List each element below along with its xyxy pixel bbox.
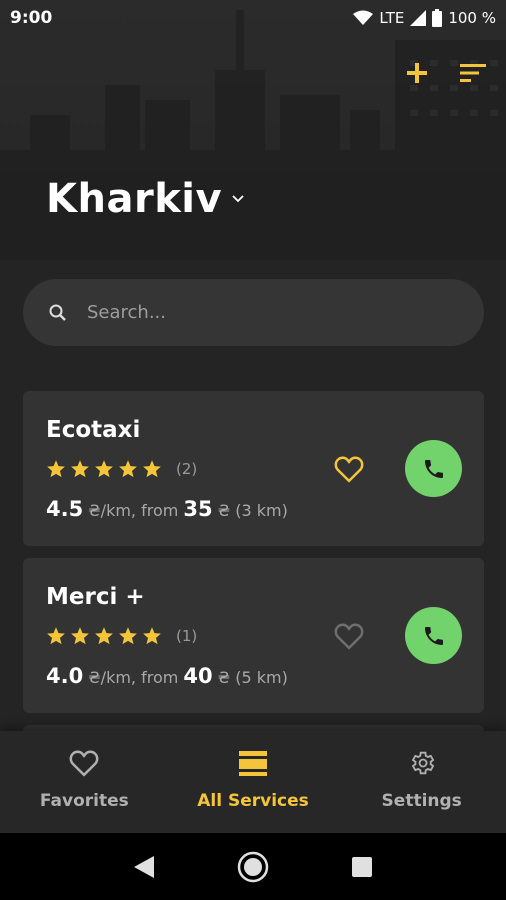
network-type: LTE <box>379 9 405 27</box>
service-name: Merci + <box>46 584 145 610</box>
price-per-km: 4.0 <box>46 664 84 688</box>
star-icon <box>47 627 65 645</box>
review-count: (1) <box>176 627 198 645</box>
plus-icon <box>407 63 427 83</box>
sort-icon <box>460 64 486 82</box>
search-icon <box>49 304 66 321</box>
search-bar[interactable] <box>23 279 484 346</box>
services-list: Ecotaxi (2) 4.5 ₴/km, from 35 ₴ (3 km) M… <box>23 391 484 777</box>
recents-square-icon <box>351 856 372 877</box>
price-per-km: 4.5 <box>46 497 84 521</box>
star-icon <box>119 627 137 645</box>
star-icon <box>95 627 113 645</box>
header-actions <box>402 58 488 88</box>
wifi-icon <box>353 10 374 25</box>
service-card-ecotaxi[interactable]: Ecotaxi (2) 4.5 ₴/km, from 35 ₴ (3 km) <box>23 391 484 546</box>
phone-icon <box>424 626 443 645</box>
price-info: 4.0 ₴/km, from 40 ₴ (5 km) <box>46 664 288 688</box>
star-icon <box>119 460 137 478</box>
nav-favorites[interactable]: Favorites <box>0 731 169 833</box>
service-name: Ecotaxi <box>46 417 141 443</box>
search-input[interactable] <box>87 302 417 323</box>
min-price: 35 <box>183 497 213 521</box>
status-indicators: LTE 100 % <box>353 9 496 27</box>
star-icon <box>71 627 89 645</box>
gear-icon <box>411 751 434 775</box>
list-icon <box>239 751 267 776</box>
home-button[interactable] <box>233 847 273 887</box>
star-icon <box>47 460 65 478</box>
star-icon <box>143 627 161 645</box>
call-button[interactable] <box>405 440 462 497</box>
favorite-button[interactable] <box>331 618 367 654</box>
price-info: 4.5 ₴/km, from 35 ₴ (3 km) <box>46 497 288 521</box>
heart-outline-icon <box>334 623 364 650</box>
battery-level: 100 % <box>448 9 496 27</box>
app-screen: 9:00 LTE 100 % Kharkiv Ecotaxi <box>0 0 506 900</box>
nav-favorites-label: Favorites <box>39 791 129 811</box>
star-icon <box>71 460 89 478</box>
nav-all-services-label: All Services <box>197 791 309 811</box>
recents-button[interactable] <box>342 847 382 887</box>
back-button[interactable] <box>124 847 164 887</box>
star-icon <box>95 460 113 478</box>
nav-all-services[interactable]: All Services <box>169 731 338 833</box>
heart-outline-icon <box>69 750 99 777</box>
price-per-km-unit: ₴/km, from <box>88 501 179 520</box>
sort-button[interactable] <box>458 58 488 88</box>
city-selector[interactable]: Kharkiv <box>46 176 244 222</box>
call-button[interactable] <box>405 607 462 664</box>
rating-stars: (2) <box>46 459 197 479</box>
signal-icon <box>410 10 427 26</box>
price-per-km-unit: ₴/km, from <box>88 668 179 687</box>
phone-icon <box>424 459 443 478</box>
star-icon <box>143 460 161 478</box>
nav-settings[interactable]: Settings <box>337 731 506 833</box>
chevron-down-icon <box>232 195 244 203</box>
add-button[interactable] <box>402 58 432 88</box>
min-price-unit: ₴ (3 km) <box>217 501 288 520</box>
min-price-unit: ₴ (5 km) <box>217 668 288 687</box>
nav-settings-label: Settings <box>381 791 462 811</box>
city-name: Kharkiv <box>46 176 223 222</box>
heart-icon <box>334 456 364 483</box>
status-bar: 9:00 LTE 100 % <box>0 0 506 36</box>
status-time: 9:00 <box>10 8 53 28</box>
favorite-button[interactable] <box>331 451 367 487</box>
min-price: 40 <box>183 664 213 688</box>
system-navigation-bar <box>0 833 506 900</box>
rating-stars: (1) <box>46 626 197 646</box>
back-triangle-icon <box>134 855 155 878</box>
home-circle-icon <box>237 851 269 882</box>
battery-icon <box>432 9 443 27</box>
service-card-merci[interactable]: Merci + (1) 4.0 ₴/km, from 40 ₴ (5 km) <box>23 558 484 713</box>
review-count: (2) <box>176 460 198 478</box>
bottom-navigation: Favorites All Services Settings <box>0 731 506 833</box>
